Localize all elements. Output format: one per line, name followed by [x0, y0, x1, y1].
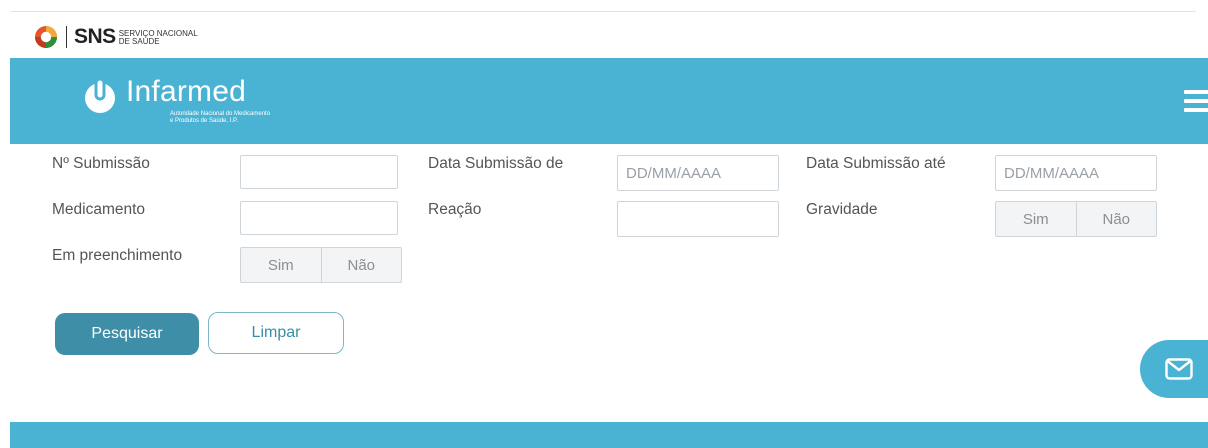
severity-label: Gravidade: [806, 201, 878, 218]
severity-toggle: Sim Não: [995, 201, 1157, 237]
submission-no-input[interactable]: [240, 155, 398, 189]
date-from-label: Data Submissão de: [428, 155, 564, 172]
sns-subtitle-line2: DE SAÚDE: [118, 36, 160, 46]
date-to-label: Data Submissão até: [806, 155, 946, 172]
reaction-label: Reação: [428, 201, 482, 218]
site-header: Infarmed Autoridade Nacional do Medicame…: [10, 58, 1208, 144]
infarmed-logo-icon: [85, 77, 115, 113]
sns-logo-icon: [35, 26, 57, 48]
brand-tagline: Autoridade Nacional do Medicamento e Pro…: [170, 111, 270, 125]
date-from-input[interactable]: [617, 155, 779, 191]
severity-yes-option[interactable]: Sim: [996, 202, 1076, 236]
severity-no-option[interactable]: Não: [1075, 202, 1157, 236]
submission-no-label: Nº Submissão: [52, 155, 150, 172]
hamburger-menu-icon[interactable]: [1184, 90, 1208, 112]
top-divider: [10, 11, 1196, 12]
sns-subtitle: SERVIÇO NACIONAL DE SAÚDE: [118, 29, 198, 46]
sns-logo-text: SNS: [74, 25, 116, 48]
brand-tagline-line2: e Produtos de Saúde, I.P.: [170, 118, 238, 124]
search-button[interactable]: Pesquisar: [55, 313, 199, 355]
sns-divider: [66, 26, 67, 48]
footer-bar: [10, 422, 1208, 448]
envelope-icon: [1165, 358, 1193, 380]
clear-button[interactable]: Limpar: [208, 312, 344, 354]
in-progress-label: Em preenchimento: [52, 247, 183, 264]
in-progress-yes-option[interactable]: Sim: [241, 248, 321, 282]
medicine-label: Medicamento: [52, 201, 146, 218]
brand-name: Infarmed: [126, 75, 246, 108]
sns-branding: SNS SERVIÇO NACIONAL DE SAÚDE: [34, 20, 198, 54]
date-to-input[interactable]: [995, 155, 1157, 191]
reaction-input[interactable]: [617, 201, 779, 237]
brand-tagline-line1: Autoridade Nacional do Medicamento: [170, 111, 271, 117]
in-progress-no-option[interactable]: Não: [320, 248, 402, 282]
medicine-input[interactable]: [240, 201, 398, 235]
contact-mail-button[interactable]: [1140, 340, 1208, 398]
infarmed-brand[interactable]: Infarmed Autoridade Nacional do Medicame…: [80, 76, 270, 125]
in-progress-toggle: Sim Não: [240, 247, 402, 283]
